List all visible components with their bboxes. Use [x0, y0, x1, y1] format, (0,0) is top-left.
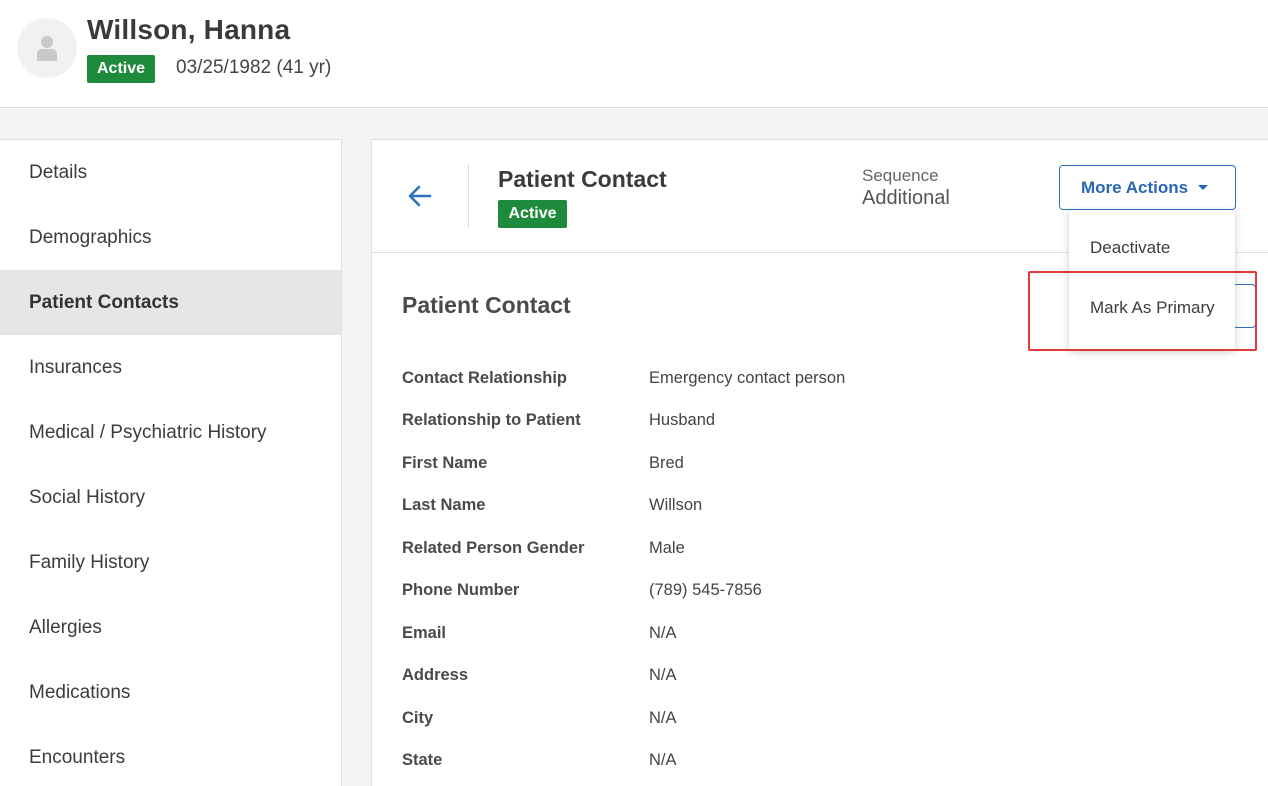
sidebar-item-family-history[interactable]: Family History — [0, 530, 341, 595]
patient-name: Willson, Hanna — [87, 14, 291, 45]
field-value: Willson — [649, 496, 703, 514]
field-label: Phone Number — [402, 581, 520, 599]
patient-header: Willson, Hanna Active 03/25/1982 (41 yr) — [0, 0, 1268, 108]
sidebar-item-medications[interactable]: Medications — [0, 660, 341, 725]
sequence-label: Sequence — [862, 166, 939, 185]
field-label: First Name — [402, 454, 488, 472]
field-value: Husband — [649, 411, 716, 429]
arrow-left-icon[interactable] — [404, 180, 436, 212]
section-title: Patient Contact — [402, 292, 571, 318]
sequence-value: Additional — [862, 187, 950, 209]
more-actions-label: More Actions — [1081, 177, 1189, 197]
menu-item-deactivate[interactable]: Deactivate — [1069, 223, 1235, 273]
patient-dob: 03/25/1982 (41 yr) — [176, 57, 332, 78]
field-label: Relationship to Patient — [402, 411, 581, 429]
sidebar-item-encounters[interactable]: Encounters — [0, 725, 341, 786]
contact-status-badge: Active — [498, 200, 567, 228]
sidebar-nav: Details Demographics Patient Contacts In… — [0, 139, 342, 786]
field-value: N/A — [649, 624, 677, 642]
field-value: (789) 545-7856 — [649, 581, 762, 599]
field-label: Related Person Gender — [402, 539, 585, 557]
sidebar-item-allergies[interactable]: Allergies — [0, 595, 341, 660]
field-label: State — [402, 751, 443, 769]
header-divider — [468, 164, 469, 228]
highlight-annotation — [1028, 271, 1257, 351]
user-silhouette-icon — [37, 36, 57, 61]
field-label: City — [402, 709, 434, 727]
caret-down-icon — [1198, 185, 1208, 190]
sidebar-item-patient-contacts[interactable]: Patient Contacts — [0, 270, 341, 335]
sidebar-item-insurances[interactable]: Insurances — [0, 335, 341, 400]
sidebar-item-details[interactable]: Details — [0, 140, 341, 205]
sidebar-item-social-history[interactable]: Social History — [0, 465, 341, 530]
field-value: Male — [649, 539, 685, 557]
panel-title: Patient Contact — [498, 166, 667, 192]
field-value: N/A — [649, 751, 677, 769]
sidebar-item-medical-psychiatric-history[interactable]: Medical / Psychiatric History — [0, 400, 341, 465]
more-actions-button[interactable]: More Actions — [1059, 165, 1236, 210]
field-value: Bred — [649, 454, 684, 472]
patient-status-badge: Active — [87, 55, 155, 83]
field-value: N/A — [649, 709, 677, 727]
field-value: N/A — [649, 666, 677, 684]
field-label: Last Name — [402, 496, 486, 514]
field-label: Address — [402, 666, 469, 684]
field-label: Contact Relationship — [402, 369, 568, 387]
sidebar-item-demographics[interactable]: Demographics — [0, 205, 341, 270]
field-label: Email — [402, 624, 447, 642]
field-value: Emergency contact person — [649, 369, 846, 387]
avatar — [17, 18, 77, 78]
